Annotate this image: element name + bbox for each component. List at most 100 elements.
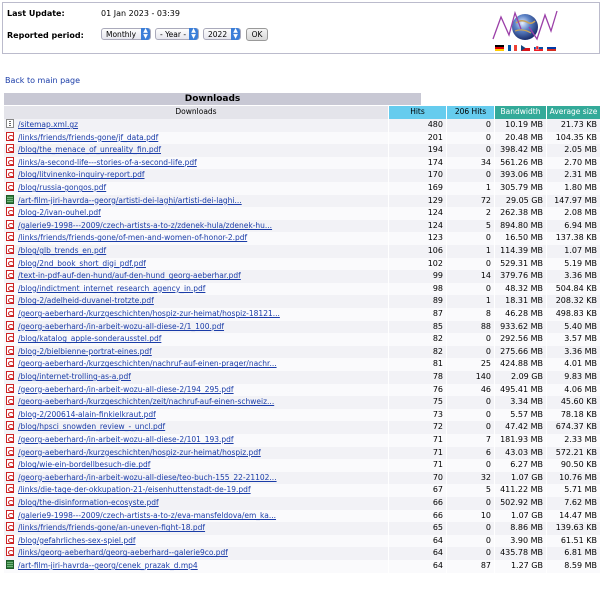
file-link[interactable]: /galerie9-1998---2009/czech-artists-a-to… [18, 511, 276, 520]
file-link[interactable]: /art-film-jiri-havrda--georg/cenek_praza… [18, 561, 198, 570]
pdf-file-icon [6, 219, 14, 229]
average-size-cell: 14.47 MB [547, 509, 600, 523]
file-link[interactable]: /georg-aeberhard-/kurzgeschichten/hospiz… [18, 309, 280, 318]
206-hits-cell: 1 [447, 182, 494, 195]
hits-cell: 98 [389, 282, 446, 296]
file-link[interactable]: /blog/gefahrliches-sex-spiel.pdf [18, 536, 136, 545]
file-cell: /georg-aeberhard-/in-arbeit-wozu-all-die… [4, 383, 388, 397]
flag-fr-icon[interactable] [508, 45, 517, 51]
206-hits-cell: 0 [447, 131, 494, 145]
year-select[interactable]: 2022 ▲ ▼ [203, 28, 241, 40]
file-link[interactable]: /georg-aeberhard-/in-arbeit-wozu-all-die… [18, 473, 277, 482]
table-row: /georg-aeberhard-/kurzgeschichten/hospiz… [4, 308, 600, 321]
file-link[interactable]: /georg-aeberhard-/in-arbeit-wozu-all-die… [18, 385, 234, 394]
206-hits-cell: 0 [447, 534, 494, 548]
pdf-file-icon [6, 144, 14, 154]
file-link[interactable]: /blog/2nd_book_short_digi_pdf.pdf [18, 259, 146, 268]
file-link[interactable]: /blog/litvinenko-inquiry-report.pdf [18, 170, 145, 179]
file-cell: /georg-aeberhard-/in-arbeit-wozu-all-die… [4, 434, 388, 447]
table-row: /blog-2/bielbienne-portrat-eines.pdf 82 0 2… [4, 345, 600, 359]
file-link[interactable]: /blog/glb_trends_en.pdf [18, 246, 106, 255]
back-to-main-link[interactable]: Back to main page [5, 76, 80, 85]
chevron-updown-icon: ▲ ▼ [231, 28, 240, 40]
average-size-cell: 498.83 KB [547, 308, 600, 321]
file-link[interactable]: /text-in-pdf-auf-den-hund/auf-den-hund_g… [18, 271, 241, 280]
file-link[interactable]: /georg-aeberhard-/kurzgeschichten/zeit/n… [18, 397, 274, 406]
average-size-cell: 572.21 KB [547, 446, 600, 460]
average-size-cell: 2.05 MB [547, 144, 600, 157]
206-hits-cell: 0 [447, 232, 494, 245]
file-link[interactable]: /blog/hpsci_snowden_review_-_uncl.pdf [18, 422, 165, 431]
file-link[interactable]: /blog/internet-trolling-as-a.pdf [18, 372, 131, 381]
bandwidth-cell: 20.48 MB [495, 131, 546, 145]
hits-cell: 71 [389, 434, 446, 447]
pdf-file-icon [6, 421, 14, 431]
bandwidth-cell: 502.92 MB [495, 497, 546, 510]
bandwidth-cell: 18.31 MB [495, 295, 546, 308]
file-cell: /blog/glb_trends_en.pdf [4, 245, 388, 258]
col-average-size: Average size [547, 106, 600, 119]
file-link[interactable]: /blog/the_menace_of_unreality_fin.pdf [18, 145, 161, 154]
period-type-select[interactable]: Monthly ▲ ▼ [101, 28, 151, 40]
average-size-cell: 2.33 MB [547, 434, 600, 447]
file-cell: /text-in-pdf-auf-den-hund/auf-den-hund_g… [4, 270, 388, 283]
file-link[interactable]: /georg-aeberhard-/kurzgeschichten/nachru… [18, 359, 277, 368]
file-link[interactable]: /galerie9-1998---2009/czech-artists-a-to… [18, 221, 272, 230]
206-hits-cell: 72 [447, 194, 494, 208]
average-size-cell: 674.37 KB [547, 421, 600, 434]
206-hits-cell: 0 [447, 333, 494, 346]
average-size-cell: 78.18 KB [547, 408, 600, 422]
file-link[interactable]: /georg-aeberhard-/kurzgeschichten/hospiz… [18, 448, 261, 457]
206-hits-cell: 0 [447, 169, 494, 182]
table-row: /blog/katalog_apple-sonderausstel.pdf 82 0… [4, 333, 600, 346]
ok-button[interactable]: OK [246, 28, 268, 41]
file-cell: /blog/russia-gongos.pdf [4, 182, 388, 195]
file-link[interactable]: /links/die-tage-der-okkupation-21-/eisen… [18, 485, 251, 494]
downloads-title: Downloads [4, 93, 421, 105]
hits-cell: 65 [389, 522, 446, 535]
file-link[interactable]: /blog-2/ivan-ouhel.pdf [18, 208, 101, 217]
file-link[interactable]: /blog/russia-gongos.pdf [18, 183, 106, 192]
file-link[interactable]: /georg-aeberhard-/in-arbeit-wozu-all-die… [18, 322, 224, 331]
file-link[interactable]: /blog-2/bielbienne-portrat-eines.pdf [18, 347, 152, 356]
average-size-cell: 4.01 MB [547, 358, 600, 371]
file-link[interactable]: /links/a-second-life---stories-of-a-seco… [18, 158, 197, 167]
hits-cell: 67 [389, 484, 446, 497]
flag-ru-icon[interactable] [547, 45, 556, 51]
file-link[interactable]: /blog-2/adelheid-duvanel-trotzte.pdf [18, 296, 154, 305]
file-link[interactable]: /links/friends/friends-gone/an-uneven-fi… [18, 523, 205, 532]
206-hits-cell: 2 [447, 207, 494, 220]
pdf-file-icon [6, 471, 14, 481]
flag-de-icon[interactable] [495, 45, 504, 51]
206-hits-cell: 10 [447, 509, 494, 523]
pdf-file-icon [6, 547, 14, 557]
bandwidth-cell: 894.80 MB [495, 219, 546, 233]
file-link[interactable]: /blog/katalog_apple-sonderausstel.pdf [18, 334, 161, 343]
file-link[interactable]: /blog/indictment_internet_research_agenc… [18, 284, 205, 293]
bandwidth-cell: 1.07 GB [495, 471, 546, 485]
average-size-cell: 5.71 MB [547, 484, 600, 497]
file-link[interactable]: /blog/wie-ein-bordellbesuch-die.pdf [18, 460, 150, 469]
file-link[interactable]: /links/georg-aeberhard/georg-aeberhard--… [18, 548, 228, 557]
flag-cz-icon[interactable] [521, 45, 530, 51]
file-link[interactable]: /georg-aeberhard-/in-arbeit-wozu-all-die… [18, 435, 234, 444]
hits-cell: 123 [389, 232, 446, 245]
month-select[interactable]: - Year - ▲ ▼ [155, 28, 199, 40]
206-hits-cell: 5 [447, 484, 494, 497]
pdf-file-icon [6, 345, 14, 355]
file-cell: /blog-2/200614-alain-finkielkraut.pdf [4, 408, 388, 422]
file-link[interactable]: /links/friends/friends-gone/of-men-and-w… [18, 233, 247, 242]
last-update-label: Last Update: [7, 9, 65, 18]
file-cell: /links/friends/friends-gone/of-men-and-w… [4, 232, 388, 245]
table-row: /links/friends/friends-gone/an-uneven-fi… [4, 522, 600, 535]
file-cell: /links/friends/friends-gone/an-uneven-fi… [4, 522, 388, 535]
file-link[interactable]: /sitemap.xml.gz [18, 120, 78, 129]
file-link[interactable]: /links/friends/friends-gone/jf_data.pdf [18, 133, 158, 142]
file-link[interactable]: /art-film-jiri-havrda--georg/artisti-dei… [18, 196, 242, 205]
bandwidth-cell: 114.39 MB [495, 245, 546, 258]
file-link[interactable]: /blog/the-disinformation-ecosyste.pdf [18, 498, 159, 507]
file-link[interactable]: /blog-2/200614-alain-finkielkraut.pdf [18, 410, 156, 419]
bandwidth-cell: 1.27 GB [495, 560, 546, 573]
average-size-cell: 2.08 MB [547, 207, 600, 220]
flag-sk-icon[interactable] [534, 45, 543, 51]
